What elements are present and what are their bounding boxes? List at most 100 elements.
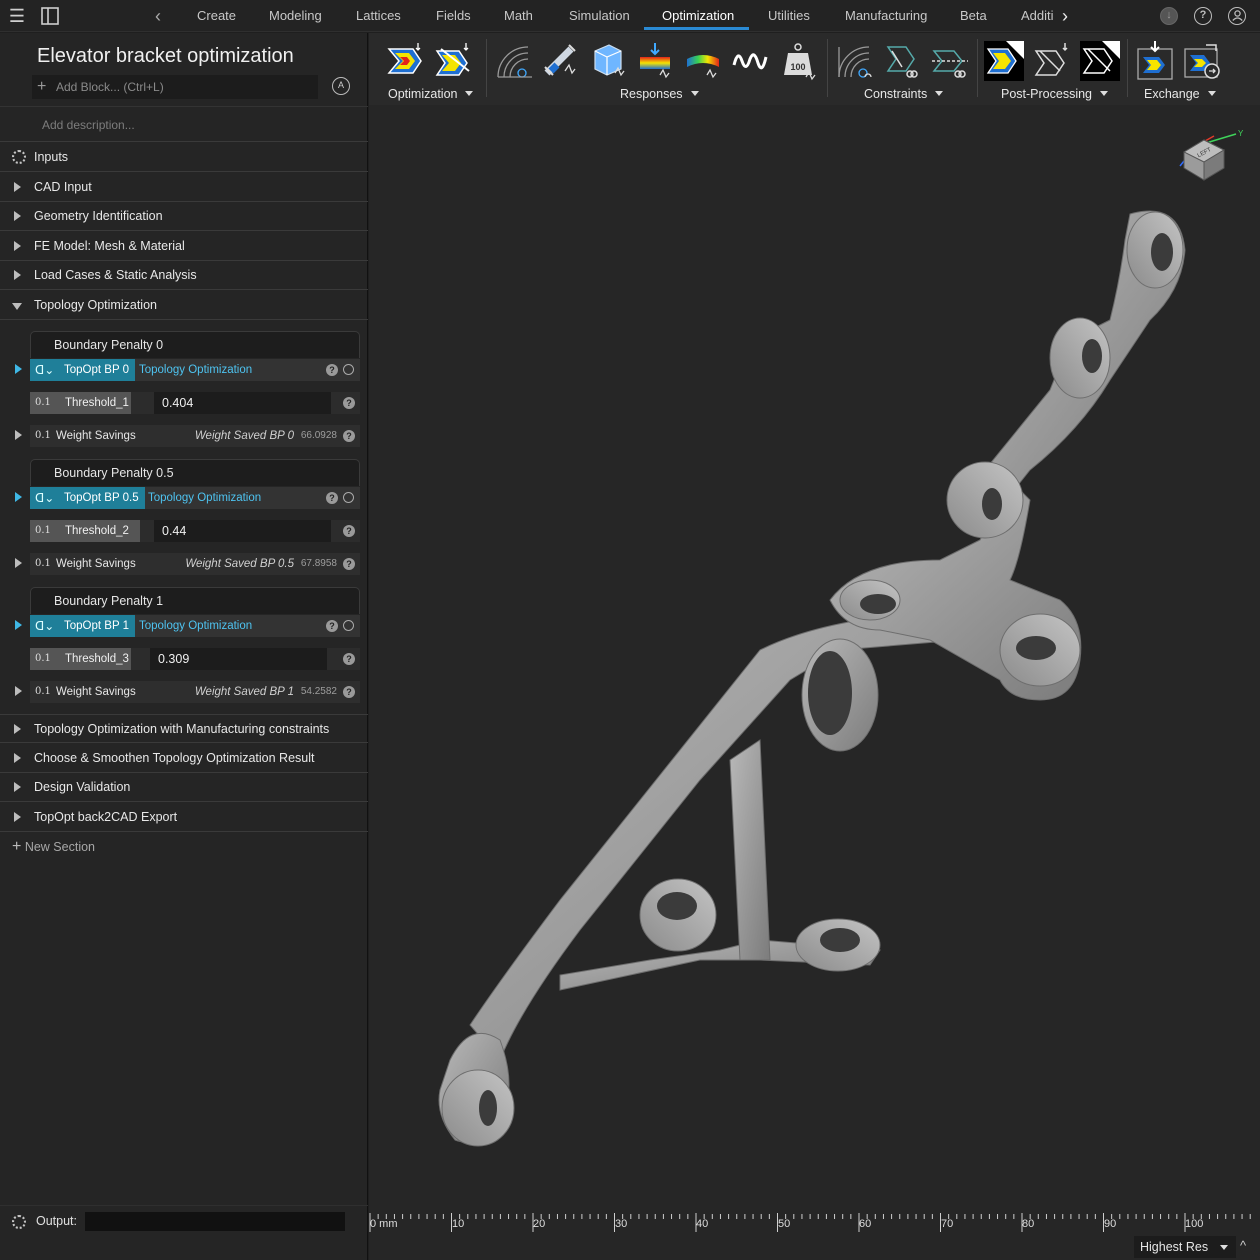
section-cad-input[interactable]: CAD Input (0, 173, 368, 202)
topopt-chip[interactable]: ᗡ⌄ TopOpt BP 0 (30, 359, 135, 381)
threshold-result-icon[interactable] (984, 41, 1024, 81)
status-ring-icon[interactable] (343, 364, 354, 375)
collapse-arrow-icon[interactable] (12, 303, 22, 310)
add-block-input[interactable]: + Add Block... (Ctrl+L) (32, 75, 318, 99)
volume-response-icon[interactable] (589, 41, 629, 81)
gear-icon[interactable] (12, 1215, 26, 1229)
weight-savings-block[interactable]: 0.1 Weight Savings Weight Saved BP 1 54.… (30, 681, 360, 703)
stress-response-icon[interactable] (636, 41, 676, 81)
tab-fields[interactable]: Fields (436, 0, 471, 32)
tab-additive[interactable]: Additi (1021, 0, 1055, 32)
expand-arrow-icon[interactable] (14, 782, 21, 792)
topopt-type-link[interactable]: Topology Optimization (148, 487, 261, 509)
help-icon[interactable]: ? (1194, 7, 1212, 25)
topopt-type-link[interactable]: Topology Optimization (139, 615, 252, 637)
download-icon[interactable]: ↓ (1160, 7, 1178, 25)
help-icon[interactable]: ? (343, 558, 355, 570)
help-icon[interactable]: ? (343, 397, 355, 409)
section-back2cad[interactable]: TopOpt back2CAD Export (0, 803, 368, 832)
shape-optimization-icon[interactable] (433, 41, 473, 81)
view-orientation-cube[interactable]: LEFT Y (1170, 126, 1244, 186)
panel-toggle-icon[interactable] (40, 6, 60, 26)
output-field[interactable] (85, 1212, 345, 1231)
constraint-compliance-icon[interactable] (835, 41, 875, 81)
threshold-block[interactable]: 0.1 Threshold_2 0.44 ? (30, 520, 360, 542)
compliance-response-icon[interactable] (494, 41, 534, 81)
topopt-block[interactable]: ᗡ⌄ TopOpt BP 0 Topology Optimization ? (30, 359, 360, 381)
tab-modeling[interactable]: Modeling (269, 0, 322, 32)
expand-arrow-icon[interactable] (14, 241, 21, 251)
threshold-chip[interactable]: 0.1 Threshold_1 (30, 392, 131, 414)
section-topology-optimization[interactable]: Topology Optimization (0, 291, 368, 320)
help-icon[interactable]: ? (343, 653, 355, 665)
expand-arrow-icon[interactable] (14, 182, 21, 192)
topopt-chip[interactable]: ᗡ⌄ TopOpt BP 0.5 (30, 487, 145, 509)
mass-response-icon[interactable]: 100 (778, 41, 818, 81)
displacement-response-icon[interactable] (541, 41, 581, 81)
help-icon[interactable]: ? (326, 492, 338, 504)
topopt-chip[interactable]: ᗡ⌄ TopOpt BP 1 (30, 615, 135, 637)
ribbon-group-responses[interactable]: Responses (620, 87, 699, 101)
group-boundary-penalty-0[interactable]: Boundary Penalty 0 (30, 331, 360, 358)
status-ring-icon[interactable] (343, 492, 354, 503)
status-ring-icon[interactable] (343, 620, 354, 631)
threshold-block[interactable]: 0.1 Threshold_1 0.404 ? (30, 392, 360, 414)
topopt-type-link[interactable]: Topology Optimization (139, 359, 252, 381)
expand-arrow-icon[interactable] (14, 812, 21, 822)
section-fe-model[interactable]: FE Model: Mesh & Material (0, 232, 368, 261)
constraint-symmetry-icon[interactable] (882, 41, 922, 81)
tab-beta[interactable]: Beta (960, 0, 987, 32)
field-response-icon[interactable] (683, 41, 723, 81)
topopt-block[interactable]: ᗡ⌄ TopOpt BP 1 Topology Optimization ? (30, 615, 360, 637)
constraint-overhang-icon[interactable] (930, 41, 970, 81)
frequency-response-icon[interactable] (730, 41, 770, 81)
run-arrow-icon[interactable] (15, 620, 22, 630)
expand-arrow-icon[interactable] (14, 724, 21, 734)
expand-arrow-icon[interactable] (14, 753, 21, 763)
tab-math[interactable]: Math (504, 0, 533, 32)
threshold-value-input[interactable]: 0.44 (154, 520, 331, 542)
group-boundary-penalty-1[interactable]: Boundary Penalty 1 (30, 587, 360, 614)
weight-savings-block[interactable]: 0.1 Weight Savings Weight Saved BP 0 66.… (30, 425, 360, 447)
ribbon-group-exchange[interactable]: Exchange (1144, 87, 1216, 101)
import-icon[interactable] (1135, 41, 1175, 81)
tab-utilities[interactable]: Utilities (768, 0, 810, 32)
user-account-icon[interactable] (1228, 7, 1246, 25)
smooth-result-icon[interactable] (1032, 41, 1072, 81)
3d-viewport[interactable] (369, 105, 1260, 1212)
section-inputs[interactable]: Inputs (0, 143, 368, 172)
help-icon[interactable]: ? (326, 620, 338, 632)
hamburger-menu-icon[interactable]: ☰ (7, 6, 27, 26)
project-title[interactable]: Elevator bracket optimization (37, 45, 294, 68)
resolution-select[interactable]: Highest Res (1134, 1236, 1236, 1258)
tab-manufacturing[interactable]: Manufacturing (845, 0, 927, 32)
ribbon-group-post-processing[interactable]: Post-Processing (1001, 87, 1109, 101)
description-field[interactable]: Add description... (0, 106, 368, 142)
threshold-chip[interactable]: 0.1 Threshold_3 (30, 648, 131, 670)
help-icon[interactable]: ? (326, 364, 338, 376)
section-geometry-identification[interactable]: Geometry Identification (0, 202, 368, 231)
topology-optimization-icon[interactable] (385, 41, 425, 81)
scroll-right-icon[interactable]: › (1055, 6, 1075, 26)
help-icon[interactable]: ? (343, 686, 355, 698)
tab-lattices[interactable]: Lattices (356, 0, 401, 32)
export-icon[interactable] (1182, 41, 1222, 81)
threshold-block[interactable]: 0.1 Threshold_3 0.309 ? (30, 648, 360, 670)
threshold-value-input[interactable]: 0.309 (150, 648, 327, 670)
tab-create[interactable]: Create (197, 0, 236, 32)
group-boundary-penalty-0-5[interactable]: Boundary Penalty 0.5 (30, 459, 360, 486)
collapse-up-icon[interactable]: ^ (1240, 1238, 1256, 1256)
expand-arrow-icon[interactable] (14, 211, 21, 221)
weight-savings-block[interactable]: 0.1 Weight Savings Weight Saved BP 0.5 6… (30, 553, 360, 575)
section-design-validation[interactable]: Design Validation (0, 773, 368, 802)
expand-arrow-icon[interactable] (14, 270, 21, 280)
scroll-left-icon[interactable]: ‹ (148, 6, 168, 26)
bracket-model[interactable] (369, 105, 1260, 1212)
section-choose-smoothen[interactable]: Choose & Smoothen Topology Optimization … (0, 744, 368, 773)
topopt-block[interactable]: ᗡ⌄ TopOpt BP 0.5 Topology Optimization ? (30, 487, 360, 509)
export-result-icon[interactable] (1080, 41, 1120, 81)
help-icon[interactable]: ? (343, 525, 355, 537)
threshold-value-input[interactable]: 0.404 (154, 392, 331, 414)
assistant-icon[interactable]: A (332, 77, 350, 95)
section-load-cases[interactable]: Load Cases & Static Analysis (0, 261, 368, 290)
